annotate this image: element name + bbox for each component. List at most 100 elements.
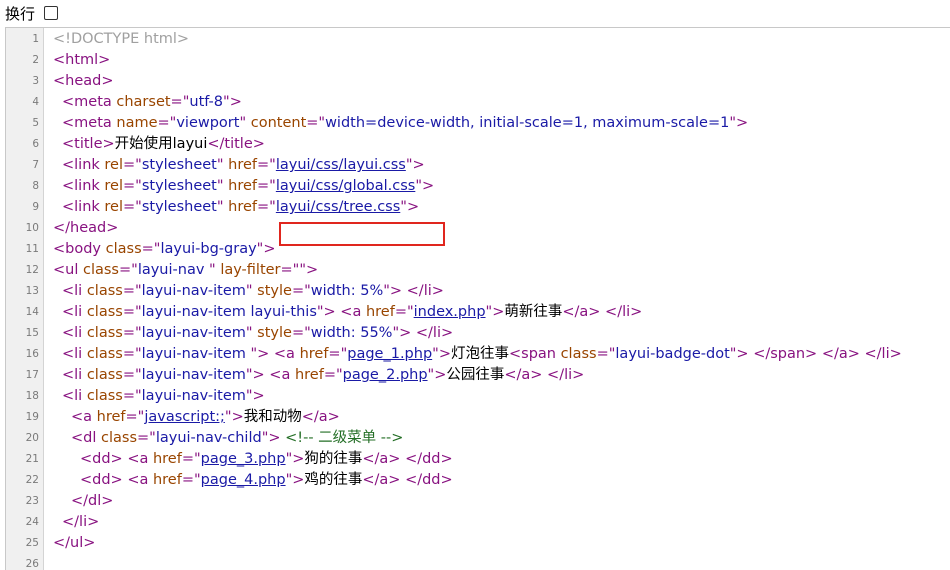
token-text: 公园往事: [446, 367, 505, 383]
token-tag: =": [125, 409, 145, 425]
token-text: 开始使用layui: [114, 136, 208, 152]
token-tag: </head>: [53, 220, 119, 236]
source-link[interactable]: layui/css/layui.css: [276, 157, 406, 173]
source-link[interactable]: index.php: [414, 304, 486, 320]
line-code: </dl>: [71, 491, 113, 512]
token-tag: =": [122, 346, 142, 362]
token-attr: style: [257, 283, 292, 299]
source-link[interactable]: page_2.php: [343, 367, 428, 383]
token-tag: </a> </li>: [562, 304, 643, 320]
source-link[interactable]: page_1.php: [347, 346, 432, 362]
token-tag: "> </li>: [392, 325, 454, 341]
token-tag: ">: [427, 367, 447, 383]
line-code: <meta charset="utf-8">: [62, 92, 242, 113]
line-number: 19: [25, 411, 39, 423]
token-tag: =": [181, 451, 201, 467]
token-tag: <title>: [62, 136, 115, 152]
token-val: stylesheet: [141, 157, 217, 173]
source-link[interactable]: layui/css/tree.css: [276, 199, 400, 215]
line-wrap-checkbox[interactable]: [44, 6, 58, 20]
line-code: <a href="javascript:;">我和动物</a>: [71, 407, 340, 428]
source-line: 25 </ul>: [6, 533, 950, 554]
line-number: 20: [25, 432, 39, 444]
token-attr: href: [294, 367, 324, 383]
token-text: 鸡的往事: [304, 472, 363, 488]
token-attr: rel: [104, 157, 123, 173]
line-number: 17: [25, 369, 39, 381]
token-tag: </a>: [301, 409, 340, 425]
line-code: <ul class="layui-nav " lay-filter="">: [53, 260, 318, 281]
token-attr: href: [228, 199, 258, 215]
source-link[interactable]: page_4.php: [201, 472, 286, 488]
token-tag: "> <a: [245, 367, 295, 383]
line-number: 12: [25, 264, 39, 276]
highlight-box: [279, 222, 445, 246]
token-tag: =": [141, 241, 161, 257]
token-tag: <body: [53, 241, 106, 257]
line-number: 18: [25, 390, 39, 402]
token-tag: =": [257, 157, 276, 173]
line-code: <!DOCTYPE html>: [53, 29, 189, 50]
line-code: </head>: [53, 218, 118, 239]
line-code: <li class="layui-nav-item" style="width:…: [62, 281, 444, 302]
line-code: <body class="layui-bg-gray">: [53, 239, 276, 260]
line-code: <dd> <a href="page_4.php">鸡的往事</a> </dd>: [80, 470, 453, 491]
token-val: layui-nav-item: [141, 325, 246, 341]
source-link[interactable]: page_3.php: [201, 451, 286, 467]
token-tag: <li: [62, 283, 87, 299]
token-attr: class: [86, 283, 123, 299]
source-line: 9 <link rel="stylesheet" href="layui/css/…: [6, 197, 950, 218]
source-line: 16 <li class="layui-nav-item "> <a href="…: [6, 344, 950, 365]
token-attr: class: [101, 430, 137, 446]
token-tag: =": [291, 283, 311, 299]
line-code: </li>: [62, 512, 99, 533]
line-code: <head>: [53, 71, 114, 92]
line-code: <title>开始使用layui</title>: [62, 134, 265, 155]
token-tag: "> <a: [316, 304, 366, 320]
line-code: <li class="layui-nav-item layui-this"> <…: [62, 302, 642, 323]
token-tag: </a> </dd>: [362, 472, 453, 488]
line-code: <link rel="stylesheet" href="layui/css/l…: [62, 155, 425, 176]
token-attr: href: [228, 178, 258, 194]
source-link[interactable]: javascript:;: [144, 409, 225, 425]
source-line: 22 <dd> <a href="page_4.php">鸡的往事</a> </d…: [6, 470, 950, 491]
token-tag: ": [245, 283, 258, 299]
source-line: 18 <li class="layui-nav-item">: [6, 386, 950, 407]
source-line: 26: [6, 554, 950, 570]
token-tag: <span: [508, 346, 561, 362]
token-tag: "> <a: [250, 346, 300, 362]
token-tag: ="">: [280, 262, 319, 278]
source-line: 24 </li>: [6, 512, 950, 533]
token-tag: <li: [62, 325, 87, 341]
token-attr: class: [86, 367, 123, 383]
source-line: 10 </head>: [6, 218, 950, 239]
line-number: 26: [25, 558, 39, 570]
token-tag: <dl: [71, 430, 101, 446]
token-tag: =": [257, 178, 276, 194]
source-line: 5 <meta name="viewport" content="width=de…: [6, 113, 950, 134]
source-line: 11 <body class="layui-bg-gray">: [6, 239, 950, 260]
token-tag: =": [137, 430, 156, 446]
view-source-toolbar: 换行: [0, 0, 950, 28]
token-tag: <a: [71, 409, 97, 425]
line-wrap-label: 换行: [5, 5, 36, 23]
token-tag: =": [122, 388, 142, 404]
token-tag: =": [170, 94, 190, 110]
token-tag: ": [209, 262, 221, 278]
token-tag: ">: [245, 388, 265, 404]
line-number: 7: [32, 159, 39, 171]
token-tag: =": [328, 346, 348, 362]
token-val: layui-nav-item layui-this: [141, 304, 317, 320]
token-attr: class: [105, 241, 142, 257]
token-val: layui-nav-item: [141, 388, 246, 404]
source-line: 19 <a href="javascript:;">我和动物</a>: [6, 407, 950, 428]
token-val: viewport: [176, 115, 240, 131]
line-code: <link rel="stylesheet" href="layui/css/t…: [62, 197, 419, 218]
source-line: 14 <li class="layui-nav-item layui-this">…: [6, 302, 950, 323]
source-link[interactable]: layui/css/global.css: [276, 178, 415, 194]
token-tag: "> </li>: [383, 283, 444, 299]
token-val: width: 55%: [310, 325, 393, 341]
source-line: 13 <li class="layui-nav-item" style="widt…: [6, 281, 950, 302]
token-tag: <meta: [62, 94, 117, 110]
token-tag: ">: [256, 241, 276, 257]
